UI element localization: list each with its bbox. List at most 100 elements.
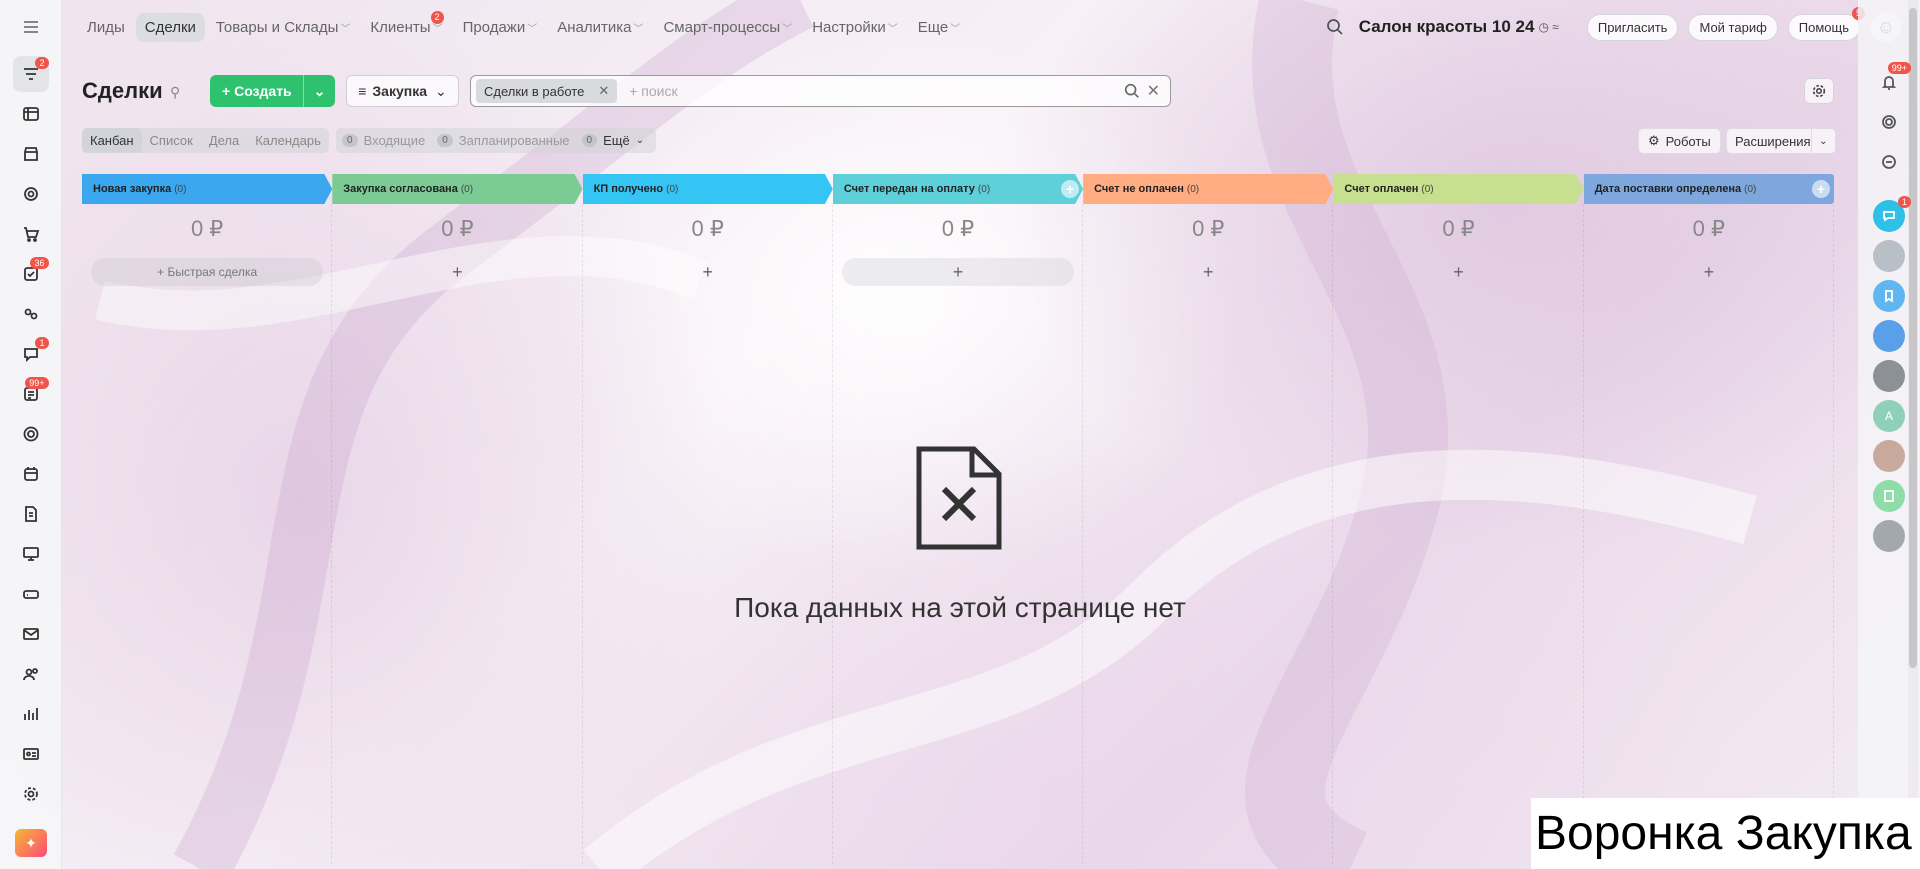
add-stage-icon[interactable]: +: [1811, 180, 1830, 198]
counter-label: Ещё: [603, 133, 630, 148]
gear-icon[interactable]: [1804, 78, 1834, 104]
tab-kanban[interactable]: Канбан: [82, 128, 142, 153]
notification-badge: 99+: [1887, 62, 1911, 74]
search-icon[interactable]: [1123, 82, 1141, 100]
tariff-button[interactable]: Мой тариф: [1688, 13, 1778, 41]
chevron-down-icon[interactable]: ⌄: [303, 75, 335, 107]
column-header[interactable]: Счет не оплачен (0): [1083, 174, 1333, 204]
nav-item-more[interactable]: Еще ﹀: [909, 13, 970, 42]
rocket-icon[interactable]: ✦: [15, 829, 47, 857]
column-sum: 0 ₽: [1442, 216, 1475, 241]
empty-state-text: Пока данных на этой странице нет: [734, 592, 1186, 623]
add-deal-button[interactable]: +: [592, 258, 824, 286]
column-header[interactable]: Счет оплачен (0): [1333, 174, 1583, 204]
nav-item-leads[interactable]: Лиды: [78, 13, 134, 42]
calendar-icon[interactable]: [13, 456, 49, 492]
search-chat-icon[interactable]: [1873, 146, 1905, 178]
column-header[interactable]: Дата поставки определена (0) +: [1583, 174, 1834, 204]
add-deal-button[interactable]: +: [841, 258, 1075, 286]
calendar-grid-icon[interactable]: [13, 96, 49, 132]
search-icon[interactable]: [1325, 17, 1345, 37]
help-button[interactable]: Помощь5: [1787, 6, 1865, 41]
tab-list[interactable]: Список: [142, 128, 201, 153]
column-header[interactable]: КП получено (0): [583, 174, 833, 204]
add-deal-button[interactable]: +: [1593, 258, 1825, 286]
chevron-down-icon: ﹀: [887, 23, 898, 35]
tab-calendar[interactable]: Календарь: [247, 128, 329, 153]
create-text: Создать: [234, 83, 292, 99]
menu-icon[interactable]: [22, 0, 40, 54]
column-divider: [1832, 204, 1834, 864]
bookmark-icon[interactable]: [1873, 280, 1905, 312]
nav-item-analytics[interactable]: Аналитика ﹀: [548, 13, 652, 42]
chevron-down-icon: ﹀: [527, 23, 538, 35]
top-navigation: Лиды Сделки Товары и Склады ﹀ Клиенты ﹀ 2 П…: [62, 0, 1902, 54]
pin-icon[interactable]: ⚲: [170, 84, 180, 101]
document-icon[interactable]: [13, 496, 49, 532]
store-icon[interactable]: [13, 136, 49, 172]
contact-avatar-2[interactable]: [1873, 320, 1905, 352]
crm-icon[interactable]: 2: [12, 56, 49, 92]
nav-item-products[interactable]: Товары и Склады ﹀: [207, 13, 360, 42]
drive-icon[interactable]: [13, 576, 49, 612]
filter-chip[interactable]: Сделки в работе ✕: [476, 79, 618, 103]
chevron-down-icon[interactable]: ⌄: [1810, 128, 1835, 154]
contacts-icon[interactable]: [13, 656, 49, 692]
contact-avatar-4[interactable]: [1873, 440, 1905, 472]
add-deal-button[interactable]: +: [341, 258, 573, 286]
notes-icon[interactable]: [1873, 480, 1905, 512]
contact-avatar-1[interactable]: [1873, 240, 1905, 272]
add-stage-icon[interactable]: +: [1061, 180, 1079, 198]
presentation-icon[interactable]: [13, 536, 49, 572]
contact-card-icon[interactable]: [13, 736, 49, 772]
robots-button[interactable]: ⚙ Роботы: [1638, 128, 1721, 154]
mail-icon[interactable]: [13, 616, 49, 652]
company-name[interactable]: Салон красоты 10 24: [1359, 17, 1535, 37]
tab-activities[interactable]: Дела: [201, 128, 247, 153]
help-circle-icon[interactable]: [13, 416, 49, 452]
nav-item-deals[interactable]: Сделки: [135, 12, 205, 42]
automation-icon[interactable]: [13, 296, 49, 332]
open-lines-icon[interactable]: 1: [1873, 196, 1911, 232]
analytics-icon[interactable]: [13, 696, 49, 732]
empty-document-icon: [916, 446, 1002, 550]
cart-icon[interactable]: [13, 216, 49, 252]
counter-more[interactable]: 0 Ещё ⌄: [581, 133, 644, 148]
column-sum: 0 ₽: [190, 216, 224, 241]
invite-button[interactable]: Пригласить: [1586, 13, 1679, 41]
bell-icon[interactable]: 99+: [1873, 62, 1911, 98]
funnel-select[interactable]: ≡ Закупка ⌄: [346, 75, 459, 107]
contact-avatar-5[interactable]: [1873, 520, 1905, 552]
copilot-icon[interactable]: [1873, 106, 1905, 138]
nav-item-sales[interactable]: Продажи ﹀: [454, 13, 547, 42]
counter-incoming[interactable]: 0 Входящие: [342, 133, 425, 148]
nav-item-smart-processes[interactable]: Смарт-процессы ﹀: [654, 13, 801, 42]
column-header[interactable]: Новая закупка (0): [82, 174, 332, 204]
extensions-button[interactable]: Расширения ⌄: [1726, 128, 1836, 154]
filter-actions: ✕: [1123, 81, 1160, 101]
column-header[interactable]: Закупка согласована (0): [332, 174, 582, 204]
contact-avatar-3[interactable]: [1873, 360, 1905, 392]
counter-label: Запланированные: [458, 133, 570, 148]
nav-item-clients[interactable]: Клиенты ﹀ 2: [361, 10, 451, 42]
target-icon[interactable]: [13, 176, 49, 212]
column-sum: 0 ₽: [941, 216, 975, 241]
feed-icon[interactable]: 99+: [13, 376, 49, 412]
tasks-icon[interactable]: 36: [13, 256, 49, 292]
settings-icon[interactable]: [13, 776, 49, 812]
add-deal-button[interactable]: +: [1092, 258, 1324, 286]
column-header[interactable]: Счет передан на оплату (0) +: [833, 174, 1083, 204]
column-title: Счет оплачен: [1344, 183, 1419, 195]
filter-search-bar[interactable]: Сделки в работе ✕ + поиск ✕: [470, 75, 1171, 107]
clear-icon[interactable]: ✕: [1147, 81, 1160, 101]
quick-deal-button[interactable]: + Быстрая сделка: [91, 258, 324, 286]
remove-filter-icon[interactable]: ✕: [598, 83, 609, 99]
scrollbar-thumb[interactable]: [1909, 8, 1917, 668]
counter-planned[interactable]: 0 Запланированные: [437, 133, 570, 148]
contact-avatar-letter[interactable]: A: [1873, 400, 1905, 432]
search-input[interactable]: + поиск: [629, 83, 1122, 99]
create-button[interactable]: + Создать ⌄: [210, 75, 335, 107]
nav-item-settings[interactable]: Настройки ﹀: [803, 13, 907, 42]
chat-icon[interactable]: 1: [13, 336, 49, 372]
add-deal-button[interactable]: +: [1342, 258, 1574, 286]
